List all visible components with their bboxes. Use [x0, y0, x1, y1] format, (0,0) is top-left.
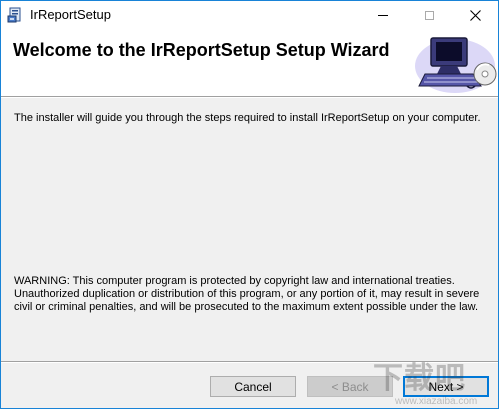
wizard-title: Welcome to the IrReportSetup Setup Wizar…	[13, 40, 390, 60]
header-separator-highlight	[1, 97, 498, 98]
wizard-header: Welcome to the IrReportSetup Setup Wizar…	[1, 30, 498, 96]
installer-app-icon	[7, 6, 25, 24]
next-button[interactable]: Next >	[403, 376, 489, 397]
back-button[interactable]: < Back	[307, 376, 393, 397]
close-icon	[469, 10, 481, 21]
maximize-button[interactable]	[406, 1, 452, 30]
watermark-url: www.xiazaiba.com	[395, 396, 478, 407]
footer-separator-highlight	[1, 362, 498, 363]
intro-text: The installer will guide you through the…	[14, 112, 481, 124]
window-title: IrReportSetup	[30, 7, 111, 22]
cancel-button[interactable]: Cancel	[210, 376, 296, 397]
maximize-icon	[424, 11, 434, 20]
installer-window: IrReportSetup Welcome to the IrReportSet…	[0, 0, 499, 409]
computer-installer-icon	[411, 30, 498, 96]
copyright-warning: WARNING: This computer program is protec…	[14, 275, 480, 313]
title-bar[interactable]: IrReportSetup	[1, 1, 498, 30]
minimize-icon	[378, 15, 388, 16]
close-button[interactable]	[452, 1, 498, 30]
minimize-button[interactable]	[360, 1, 406, 30]
